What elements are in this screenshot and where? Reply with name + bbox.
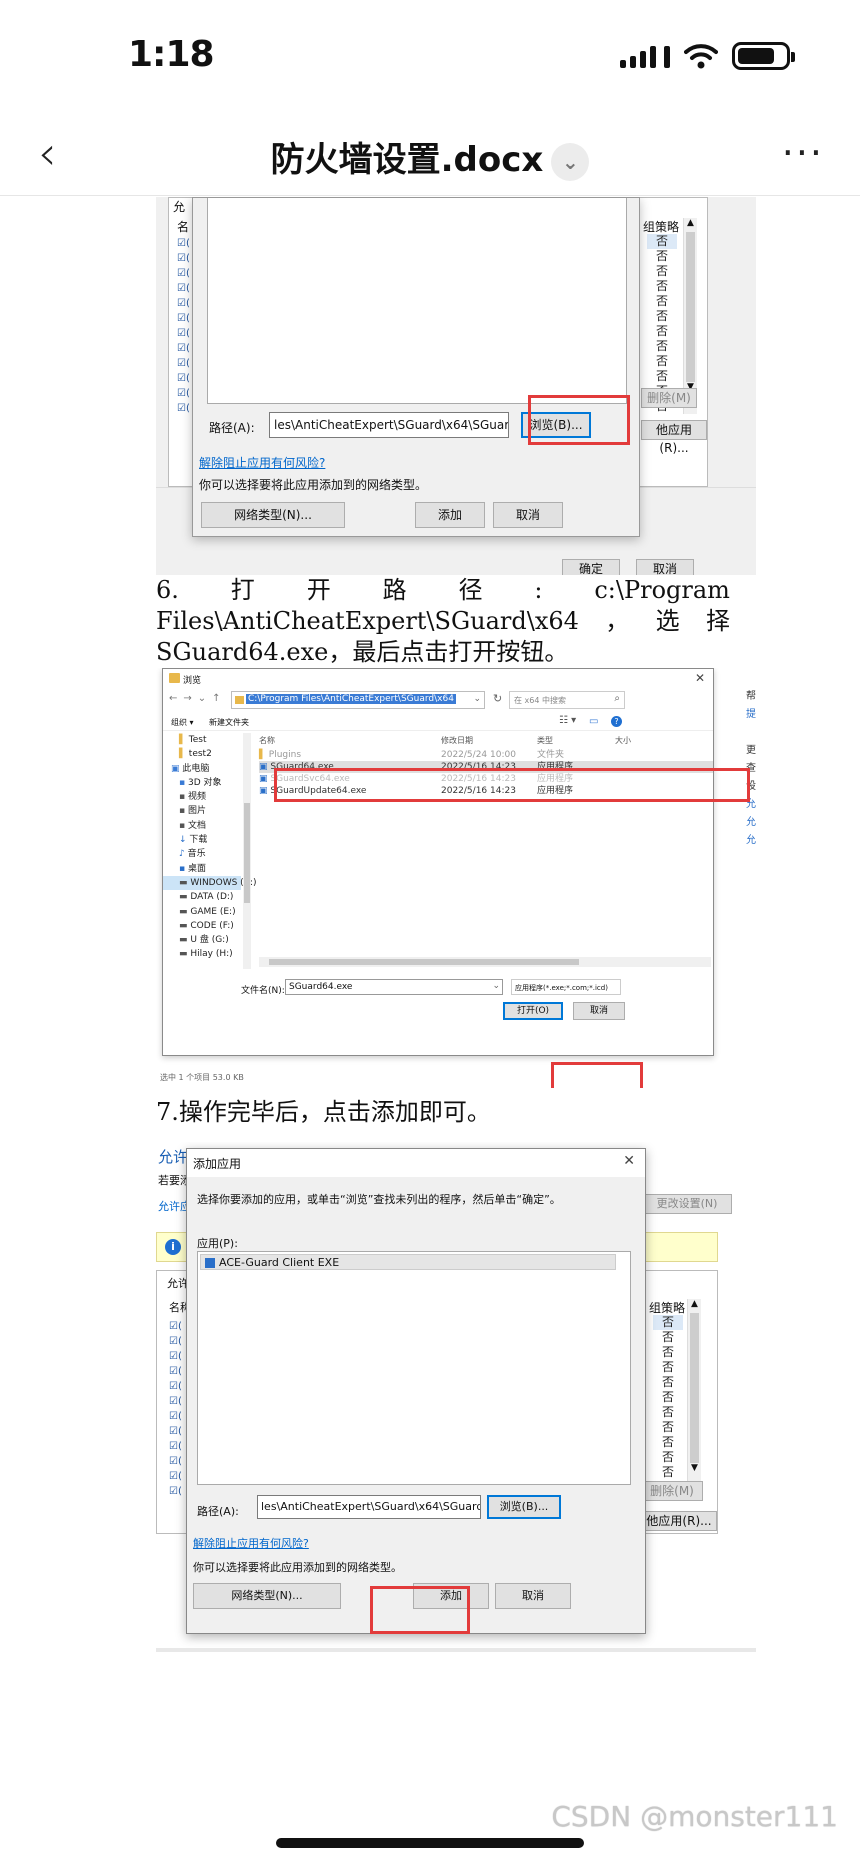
bg-cancel-button[interactable]: 取消 (636, 559, 694, 575)
bg-delete-button[interactable]: 删除(M) (641, 1481, 703, 1501)
step-6-line-1: 6. 打 开 路 径 : c:\Program (156, 576, 730, 604)
chevron-down-icon[interactable]: ⌄ (551, 142, 590, 181)
watermark: CSDN @monster111 (551, 1800, 838, 1833)
step-6-number: 6. (156, 576, 179, 604)
cancel-button[interactable]: 取消 (495, 1583, 571, 1609)
bg-allow-label: 允 (173, 200, 186, 214)
file-type-filter[interactable]: 应用程序(*.exe;*.com;*.icd) (511, 979, 621, 995)
nav-bar: ‹ 防火墙设置.docx ⌄ ··· (0, 112, 860, 196)
new-folder-button[interactable]: 新建文件夹 (209, 717, 249, 728)
status-time: 1:18 (128, 34, 215, 75)
apps-listbox[interactable]: ACE-Guard Client EXE (197, 1251, 631, 1485)
home-indicator[interactable] (276, 1838, 584, 1848)
folder-tree[interactable]: ▌ Test ▌ test2 ▣ 此电脑 ▪ 3D 对象 ▪ 视频 ▪ 图片 ▪… (163, 733, 257, 969)
document-title-text: 防火墙设置.docx (270, 140, 544, 180)
search-icon: ⌕ (614, 693, 620, 704)
policy-column-header: 组策略 (643, 220, 680, 234)
policy-column-values: 否否否否否否否否否否否否 (647, 234, 677, 414)
open-button[interactable]: 打开(O) (503, 1002, 563, 1020)
address-text: C:\Program Files\AntiCheatExpert\SGuard\… (246, 694, 456, 704)
cancel-button-1[interactable]: 取消 (493, 502, 563, 528)
add-app-dialog-1: 路径(A): les\AntiCheatExpert\SGuard\x64\SG… (192, 197, 640, 537)
path-input[interactable]: les\AntiCheatExpert\SGuard\x64\SGuard64.… (257, 1495, 481, 1519)
refresh-icon[interactable]: ↻ (493, 692, 502, 705)
network-hint: 你可以选择要将此应用添加到的网络类型。 (193, 1561, 402, 1574)
file-list-headers: 名称 修改日期 类型 大小 (259, 736, 631, 745)
filename-input[interactable]: SGuard64.exe ⌄ (285, 979, 503, 995)
bg-change-settings-button[interactable]: 更改设置(N) (642, 1194, 732, 1214)
network-type-button[interactable]: 网络类型(N)... (193, 1583, 341, 1609)
bg-allow-heading: 允许 (158, 1148, 189, 1166)
wifi-icon (684, 44, 718, 69)
bg-checkbox-column: ☑(☑(☑(☑(☑(☑(☑(☑(☑(☑(☑(☑( (169, 1321, 182, 1497)
network-type-button-1[interactable]: 网络类型(N)... (201, 502, 345, 528)
cellular-signal-icon (620, 44, 670, 68)
bg-other-app-button[interactable]: 他应用(R)... (641, 420, 707, 455)
search-input[interactable]: 在 x64 中搜索 ⌕ (509, 691, 625, 709)
screenshot-3: 允许 若要添 允许应 更改设置(N) i 允许 名称 ☑(☑(☑(☑(☑(☑(☑… (156, 1142, 756, 1652)
risk-link-1[interactable]: 解除阻止应用有何风险? (199, 454, 325, 471)
file-list-h-scrollbar[interactable] (259, 957, 711, 967)
screenshot-1: 允 名 ☑(☑(☑(☑(☑(☑(☑(☑(☑(☑(☑(☑( 组策略 否否否否否否否… (156, 197, 756, 575)
battery-icon (732, 42, 795, 70)
policy-column-header: 组策略 (649, 1301, 686, 1315)
step-6-line-2: Files\AntiCheatExpert\SGuard\x64 ， 选 择 (156, 607, 730, 635)
dialog-instruction: 选择你要添加的应用，或单击“浏览”查找未列出的程序，然后单击“确定”。 (197, 1193, 561, 1206)
filename-label: 文件名(N): (241, 986, 285, 996)
toolbar: 组织 ▾ 新建文件夹 ☷ ▾ ▭ ? (163, 715, 713, 731)
view-icon[interactable]: ☷ ▾ (559, 715, 576, 726)
document-title[interactable]: 防火墙设置.docx ⌄ (0, 132, 860, 181)
step-7-text: 7.操作完毕后，点击添加即可。 (156, 1098, 491, 1126)
apps-listbox-1[interactable] (207, 198, 627, 404)
dialog-titlebar: 添加应用 ✕ (187, 1149, 645, 1177)
file-row[interactable]: ▌ Plugins 2022/5/24 10:00 文件夹 (259, 749, 713, 761)
path-label-1: 路径(A): (209, 421, 255, 435)
step-6-line-3: SGuard64.exe，最后点击打开按钮。 (156, 638, 569, 666)
help-icon[interactable]: ? (611, 716, 622, 727)
bg-delete-button[interactable]: 删除(M) (641, 388, 697, 408)
policy-column-values: 否否否否否否否否否否否否 (653, 1315, 683, 1495)
organize-button[interactable]: 组织 ▾ (171, 717, 194, 728)
browse-title: 浏览 (183, 676, 202, 686)
policy-scrollbar[interactable]: ▲ ▼ (683, 218, 697, 414)
bg-ok-button[interactable]: 确定 (562, 559, 620, 575)
highlight-browse-box (528, 395, 630, 445)
browse-button[interactable]: 浏览(B)... (487, 1495, 561, 1519)
add-app-dialog: 添加应用 ✕ 选择你要添加的应用，或单击“浏览”查找未列出的程序，然后单击“确定… (186, 1148, 646, 1634)
tree-scrollbar[interactable] (243, 733, 251, 969)
highlight-add-button (370, 1586, 470, 1634)
policy-scrollbar[interactable]: ▲ ▼ (687, 1299, 701, 1495)
bg-name-header: 名 (177, 220, 190, 234)
close-icon[interactable]: ✕ (623, 1153, 635, 1169)
bg-checkbox-column: ☑(☑(☑(☑(☑(☑(☑(☑(☑(☑(☑(☑( (177, 238, 190, 414)
apps-label: 应用(P): (197, 1237, 238, 1250)
page: 1:18 ‹ 防火墙设置.docx ⌄ ··· 允 名 ☑(☑(☑(☑(☑(☑(☑… (0, 0, 860, 1864)
add-button-1[interactable]: 添加 (415, 502, 485, 528)
more-options-button[interactable]: ··· (782, 134, 824, 172)
app-icon (205, 1258, 215, 1268)
risk-link[interactable]: 解除阻止应用有何风险? (193, 1535, 309, 1551)
bg-bottom-rule (156, 1648, 756, 1652)
highlight-open-button (551, 1062, 643, 1088)
browse-cancel-button[interactable]: 取消 (573, 1002, 625, 1020)
info-icon: i (165, 1239, 181, 1255)
path-input-1[interactable]: les\AntiCheatExpert\SGuard\x64\SGuard64.… (269, 412, 509, 438)
dialog-title: 添加应用 (193, 1157, 242, 1171)
status-footer: 选中 1 个项目 53.0 KB (160, 1073, 244, 1082)
screenshot-2: 浏览 ✕ ←→⌄↑ C:\Program Files\AntiCheatExpe… (156, 668, 756, 1088)
highlight-file-row (274, 768, 750, 802)
folder-app-icon (169, 673, 180, 683)
network-hint-1: 你可以选择要将此应用添加到的网络类型。 (199, 478, 428, 492)
browse-nav-arrows[interactable]: ←→⌄↑ (169, 693, 227, 704)
address-bar[interactable]: C:\Program Files\AntiCheatExpert\SGuard\… (231, 691, 485, 709)
browse-window: 浏览 ✕ ←→⌄↑ C:\Program Files\AntiCheatExpe… (162, 668, 714, 1056)
preview-pane-icon[interactable]: ▭ (589, 716, 598, 727)
close-icon[interactable]: ✕ (695, 671, 705, 685)
browse-titlebar: 浏览 ✕ (163, 669, 713, 689)
status-icons (620, 42, 795, 70)
app-list-item[interactable]: ACE-Guard Client EXE (200, 1254, 616, 1270)
path-label: 路径(A): (197, 1505, 239, 1518)
bg-other-app-button[interactable]: 他应用(R)... (641, 1511, 717, 1531)
